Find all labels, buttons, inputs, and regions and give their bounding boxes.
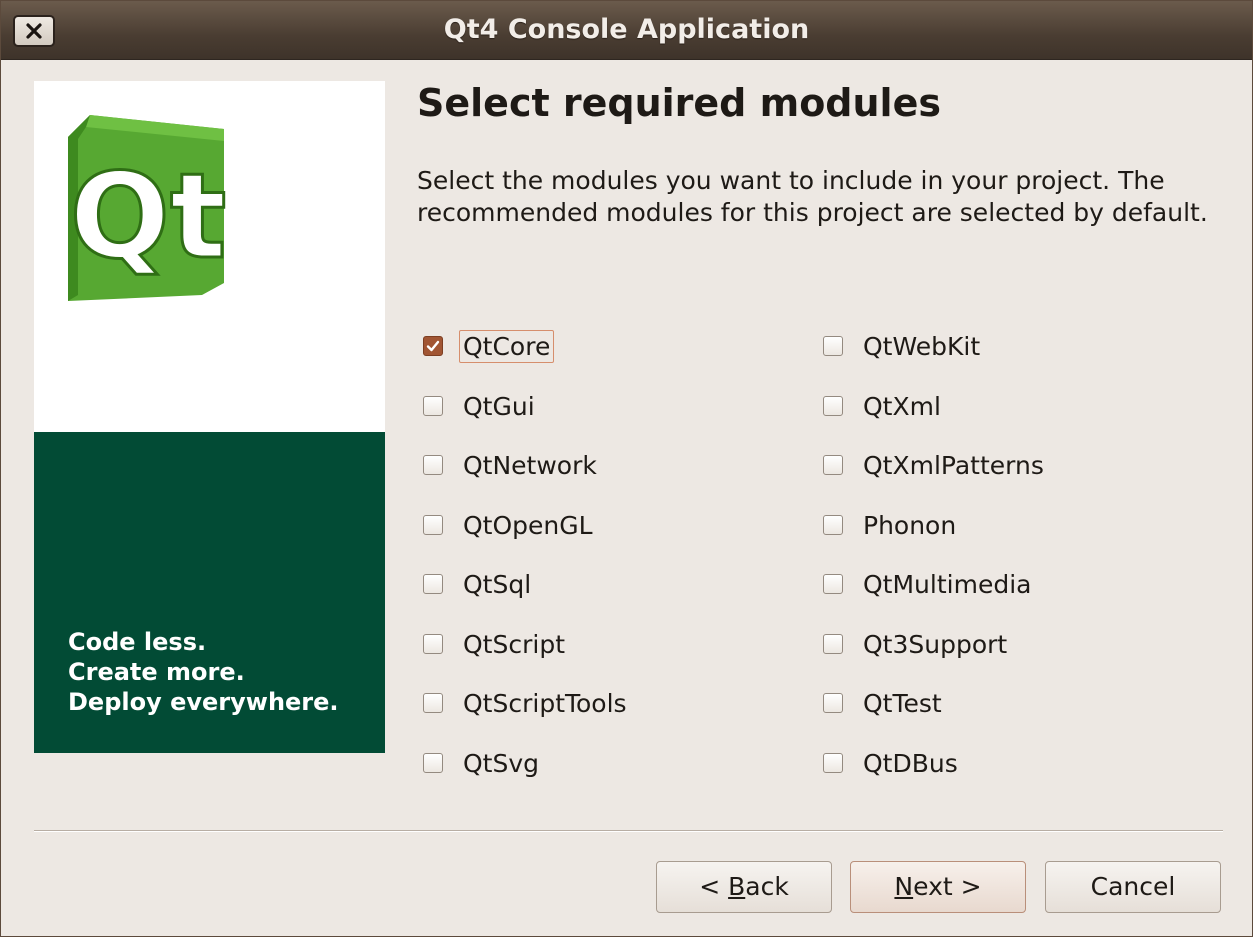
checkbox-qtscript[interactable]: QtScript (423, 624, 569, 664)
checkbox-checked-icon[interactable] (423, 336, 443, 356)
checkbox-unchecked-icon[interactable] (823, 753, 843, 773)
checkbox-qtxml-label[interactable]: QtXml (859, 390, 945, 423)
checkbox-qtscripttools[interactable]: QtScriptTools (423, 683, 631, 723)
checkbox-unchecked-icon[interactable] (823, 634, 843, 654)
checkbox-qtxml[interactable]: QtXml (823, 386, 945, 426)
back-button-mnemonic: B (728, 872, 746, 901)
checkbox-unchecked-icon[interactable] (423, 753, 443, 773)
slogan: Code less. Create more. Deploy everywher… (68, 627, 339, 717)
checkbox-qtcore-label[interactable]: QtCore (459, 329, 555, 363)
back-button[interactable]: < Back (656, 861, 832, 913)
checkbox-qtsql[interactable]: QtSql (423, 564, 535, 604)
checkbox-qtsvg[interactable]: QtSvg (423, 743, 543, 783)
checkbox-unchecked-icon[interactable] (823, 515, 843, 535)
checkbox-qtxmlpatterns-label[interactable]: QtXmlPatterns (859, 449, 1048, 482)
logo-text: Qt (70, 147, 227, 285)
checkbox-qtopengl[interactable]: QtOpenGL (423, 505, 597, 545)
checkbox-qttest[interactable]: QtTest (823, 683, 946, 723)
next-button-label: ext > (913, 872, 982, 901)
checkbox-qtopengl-label[interactable]: QtOpenGL (459, 509, 597, 542)
checkbox-qtmultimedia[interactable]: QtMultimedia (823, 564, 1035, 604)
checkbox-qtsql-label[interactable]: QtSql (459, 568, 535, 601)
cancel-button[interactable]: Cancel (1045, 861, 1221, 913)
cancel-button-label: Cancel (1090, 872, 1176, 901)
page-title: Select required modules (417, 81, 941, 125)
checkbox-qtsvg-label[interactable]: QtSvg (459, 747, 543, 780)
checkbox-qtdbus[interactable]: QtDBus (823, 743, 962, 783)
checkbox-unchecked-icon[interactable] (823, 693, 843, 713)
checkbox-unchecked-icon[interactable] (423, 515, 443, 535)
checkbox-unchecked-icon[interactable] (823, 336, 843, 356)
checkbox-qtmultimedia-label[interactable]: QtMultimedia (859, 568, 1035, 601)
checkbox-qtcore[interactable]: QtCore (423, 326, 555, 366)
next-button-mnemonic: N (894, 872, 914, 901)
checkbox-unchecked-icon[interactable] (423, 693, 443, 713)
checkbox-unchecked-icon[interactable] (823, 396, 843, 416)
checkbox-qtscripttools-label[interactable]: QtScriptTools (459, 687, 631, 720)
checkbox-qtxmlpatterns[interactable]: QtXmlPatterns (823, 445, 1048, 485)
checkbox-qttest-label[interactable]: QtTest (859, 687, 946, 720)
slogan-band: Code less. Create more. Deploy everywher… (34, 432, 385, 753)
back-button-label: ack (745, 872, 789, 901)
checkbox-qtscript-label[interactable]: QtScript (459, 628, 569, 661)
qt-logo: Qt (68, 115, 228, 301)
checkbox-qtnetwork[interactable]: QtNetwork (423, 445, 601, 485)
checkbox-phonon-label[interactable]: Phonon (859, 509, 960, 542)
checkbox-qtwebkit[interactable]: QtWebKit (823, 326, 984, 366)
title-bar[interactable]: Qt4 Console Application (1, 1, 1252, 60)
next-button[interactable]: Next > (850, 861, 1026, 913)
checkbox-qtnetwork-label[interactable]: QtNetwork (459, 449, 601, 482)
checkbox-qtdbus-label[interactable]: QtDBus (859, 747, 962, 780)
checkbox-qtgui[interactable]: QtGui (423, 386, 539, 426)
button-separator (34, 830, 1223, 832)
slogan-line-1: Code less. (68, 628, 207, 656)
checkbox-qt3support-label[interactable]: Qt3Support (859, 628, 1011, 661)
checkmark-icon (426, 340, 440, 352)
checkbox-qt3support[interactable]: Qt3Support (823, 624, 1011, 664)
checkbox-unchecked-icon[interactable] (423, 574, 443, 594)
slogan-line-3: Deploy everywhere. (68, 688, 339, 716)
checkbox-unchecked-icon[interactable] (823, 574, 843, 594)
checkbox-unchecked-icon[interactable] (423, 634, 443, 654)
checkbox-unchecked-icon[interactable] (423, 396, 443, 416)
back-button-prefix: < (699, 872, 729, 901)
window-title: Qt4 Console Application (443, 14, 810, 45)
checkbox-qtgui-label[interactable]: QtGui (459, 390, 539, 423)
side-banner: Qt Code less. Create more. Deploy everyw… (34, 81, 385, 753)
checkbox-unchecked-icon[interactable] (823, 455, 843, 475)
checkbox-unchecked-icon[interactable] (423, 455, 443, 475)
wizard-window: Qt4 Console Application Qt Code less. Cr… (0, 0, 1253, 937)
page-description: Select the modules you want to include i… (417, 166, 1208, 227)
checkbox-phonon[interactable]: Phonon (823, 505, 960, 545)
slogan-line-2: Create more. (68, 658, 245, 686)
checkbox-qtwebkit-label[interactable]: QtWebKit (859, 330, 984, 363)
